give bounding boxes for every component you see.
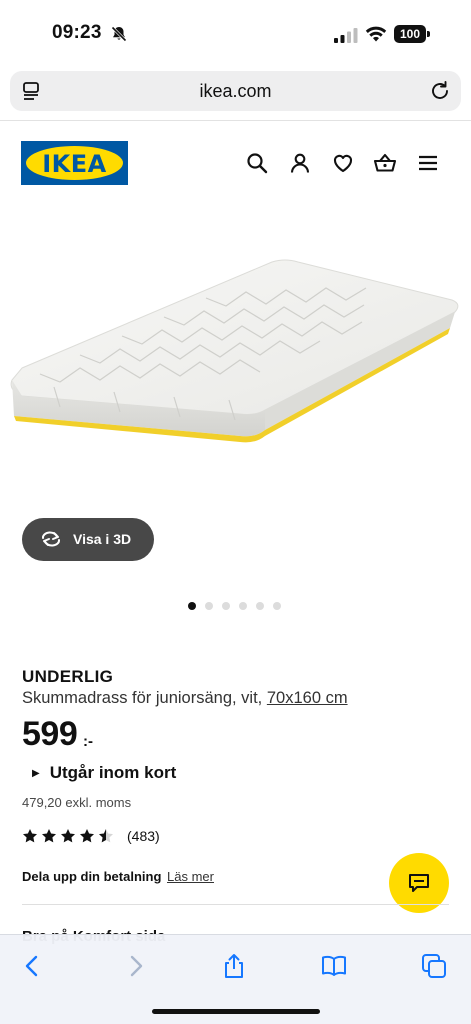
cellular-signal-icon [334,28,358,43]
share-icon[interactable] [221,953,247,979]
address-bar[interactable]: ikea.com [10,71,461,111]
carousel-dot[interactable] [188,602,196,610]
battery-cap [427,31,430,37]
address-bar-divider [0,120,471,121]
star-full-icon [23,829,37,843]
product-size-link[interactable]: 70x160 cm [267,689,348,707]
view-in-3d-label: Visa i 3D [73,531,132,547]
battery-level: 100 [394,25,426,43]
price-suffix: :- [83,733,93,750]
image-carousel-dots[interactable] [188,602,281,610]
payment-info: Dela upp din betalning Läs mer [22,869,214,884]
tabs-icon[interactable] [421,953,447,979]
product-name: UNDERLIG [22,667,114,686]
carousel-dot[interactable] [273,602,281,610]
read-more-link[interactable]: Läs mer [167,869,214,884]
logo-text: IKEA [42,150,107,178]
star-half-icon [99,829,113,843]
wishlist-heart-icon[interactable] [331,151,355,175]
review-count[interactable]: (483) [127,828,160,844]
carousel-dot[interactable] [205,602,213,610]
availability-status[interactable]: ▶ Utgår inom kort [32,763,176,783]
home-indicator [152,1009,320,1014]
menu-icon[interactable] [416,151,440,175]
star-full-icon [61,829,75,843]
chat-bubble-icon [409,874,429,892]
product-description: Skummadrass för juniorsäng, vit, 70x160 … [22,689,348,708]
account-icon[interactable] [288,151,312,175]
bookmarks-icon[interactable] [321,953,347,979]
carousel-dot[interactable] [222,602,230,610]
wifi-icon [365,26,387,42]
status-time: 09:23 [52,22,102,43]
search-icon[interactable] [245,151,269,175]
view-in-3d-button[interactable]: Visa i 3D [22,518,154,561]
payment-label: Dela upp din betalning [22,869,162,884]
url-text[interactable]: ikea.com [10,81,461,102]
star-full-icon [80,829,94,843]
product-price: 599 [22,715,78,753]
product-image-mattress[interactable] [0,220,471,490]
section-divider [22,904,449,905]
reload-icon[interactable] [429,80,451,102]
bell-off-icon [111,26,127,42]
expand-triangle-icon: ▶ [32,768,40,779]
star-full-icon [42,829,56,843]
carousel-dot[interactable] [256,602,264,610]
battery-indicator: 100 [394,25,430,43]
ikea-logo[interactable]: IKEA [21,141,128,185]
price-excl-vat: 479,20 exkl. moms [22,795,132,810]
status-bar: 09:23 100 [0,0,471,62]
availability-text: Utgår inom kort [49,763,177,782]
product-description-text: Skummadrass för juniorsäng, vit, [22,689,263,707]
forward-icon[interactable] [122,953,148,979]
rotate-3d-icon [42,531,60,547]
back-icon[interactable] [20,953,46,979]
basket-icon[interactable] [373,151,397,175]
product-rating[interactable]: (483) [22,828,160,844]
carousel-dot[interactable] [239,602,247,610]
